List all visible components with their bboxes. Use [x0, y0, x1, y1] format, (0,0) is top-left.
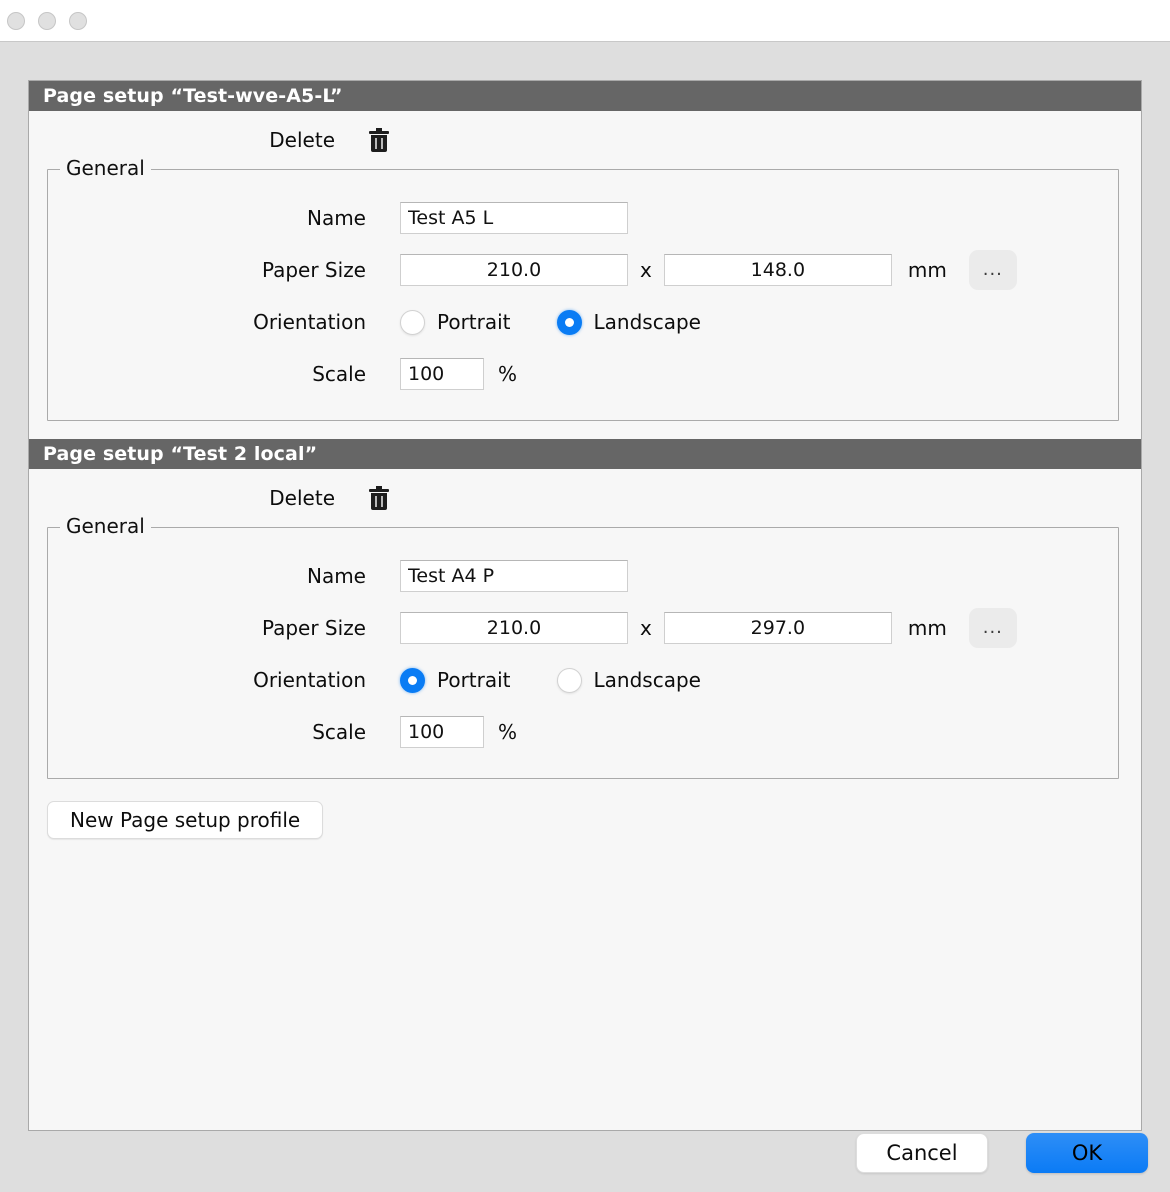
- scale-input-1[interactable]: [400, 358, 484, 390]
- trash-body: [371, 493, 387, 510]
- orientation-portrait-option-1[interactable]: Portrait: [400, 309, 511, 335]
- delete-row-1: Delete: [29, 111, 1141, 169]
- trash-icon[interactable]: [369, 486, 389, 510]
- name-input-1[interactable]: [400, 202, 628, 234]
- scale-row-2: Scale %: [48, 706, 1118, 758]
- orientation-label-2: Orientation: [253, 668, 366, 692]
- general-legend-2: General: [60, 514, 151, 538]
- radio-portrait-icon-1[interactable]: [400, 309, 425, 335]
- name-row-2: Name: [48, 550, 1118, 602]
- trash-lid: [369, 131, 389, 134]
- orientation-row-1: Orientation Portrait Landscape: [48, 296, 1118, 348]
- dialog-stage: Page setup “Test-wve-A5-L” Delete Genera…: [0, 42, 1170, 1191]
- orientation-landscape-option-1[interactable]: Landscape: [556, 309, 701, 335]
- paper-size-label-1: Paper Size: [261, 258, 366, 282]
- orientation-landscape-label-1: Landscape: [593, 310, 701, 334]
- scale-unit-2: %: [498, 720, 518, 744]
- paper-size-row-2: Paper Size x mm ...: [48, 602, 1118, 654]
- scale-input-2[interactable]: [400, 716, 484, 748]
- orientation-radio-group-1: Portrait Landscape: [400, 309, 747, 335]
- paper-size-more-button-1[interactable]: ...: [968, 250, 1017, 290]
- scale-unit-1: %: [498, 362, 518, 386]
- orientation-portrait-option-2[interactable]: Portrait: [400, 667, 511, 693]
- delete-row-2: Delete: [29, 469, 1141, 527]
- trash-body: [371, 135, 387, 152]
- page-setup-section-2: Page setup “Test 2 local” Delete General…: [29, 439, 1141, 779]
- page-setup-section-1: Page setup “Test-wve-A5-L” Delete Genera…: [29, 81, 1141, 421]
- paper-unit-1: mm: [907, 258, 947, 282]
- window-titlebar: [0, 0, 1170, 42]
- paper-width-input-2[interactable]: [400, 612, 628, 644]
- general-group-2: General Name Paper Size x mm ... Orienta…: [47, 514, 1119, 779]
- delete-label-1: Delete: [269, 128, 335, 152]
- new-profile-row: New Page setup profile: [29, 779, 1141, 839]
- paper-size-row-1: Paper Size x mm ...: [48, 244, 1118, 296]
- trash-lid: [369, 489, 389, 492]
- page-setup-panel: Page setup “Test-wve-A5-L” Delete Genera…: [28, 80, 1142, 1131]
- paper-size-separator-1: x: [640, 258, 652, 282]
- trash-icon[interactable]: [369, 128, 389, 152]
- paper-width-input-1[interactable]: [400, 254, 628, 286]
- cancel-button[interactable]: Cancel: [856, 1133, 988, 1173]
- orientation-landscape-option-2[interactable]: Landscape: [556, 667, 701, 693]
- orientation-radio-group-2: Portrait Landscape: [400, 667, 747, 693]
- scale-label-2: Scale: [312, 720, 366, 744]
- orientation-label-1: Orientation: [253, 310, 366, 334]
- dialog-footer: Cancel OK: [856, 1133, 1148, 1173]
- section-header-2: Page setup “Test 2 local”: [29, 439, 1141, 469]
- radio-landscape-icon-1[interactable]: [556, 309, 582, 335]
- paper-size-more-button-2[interactable]: ...: [968, 608, 1017, 648]
- paper-unit-2: mm: [907, 616, 947, 640]
- radio-portrait-icon-2[interactable]: [400, 667, 425, 693]
- new-page-setup-profile-button[interactable]: New Page setup profile: [47, 801, 324, 839]
- paper-height-input-2[interactable]: [663, 612, 892, 644]
- name-input-2[interactable]: [400, 560, 628, 592]
- close-button[interactable]: [7, 11, 25, 30]
- paper-height-input-1[interactable]: [663, 254, 892, 286]
- name-row-1: Name: [48, 192, 1118, 244]
- window-controls: [7, 11, 87, 30]
- orientation-portrait-label-2: Portrait: [437, 668, 511, 692]
- paper-size-label-2: Paper Size: [261, 616, 366, 640]
- zoom-button[interactable]: [69, 11, 87, 30]
- radio-landscape-icon-2[interactable]: [556, 667, 582, 693]
- ok-button[interactable]: OK: [1026, 1133, 1148, 1173]
- name-label-1: Name: [306, 206, 366, 230]
- general-group-1: General Name Paper Size x mm ... Orienta…: [47, 156, 1119, 421]
- orientation-landscape-label-2: Landscape: [593, 668, 701, 692]
- minimize-button[interactable]: [38, 11, 56, 30]
- name-label-2: Name: [306, 564, 366, 588]
- scale-label-1: Scale: [312, 362, 366, 386]
- scale-row-1: Scale %: [48, 348, 1118, 400]
- paper-size-separator-2: x: [640, 616, 652, 640]
- orientation-row-2: Orientation Portrait Landscape: [48, 654, 1118, 706]
- general-legend-1: General: [60, 156, 151, 180]
- orientation-portrait-label-1: Portrait: [437, 310, 511, 334]
- delete-label-2: Delete: [269, 486, 335, 510]
- section-header-1: Page setup “Test-wve-A5-L”: [29, 81, 1141, 111]
